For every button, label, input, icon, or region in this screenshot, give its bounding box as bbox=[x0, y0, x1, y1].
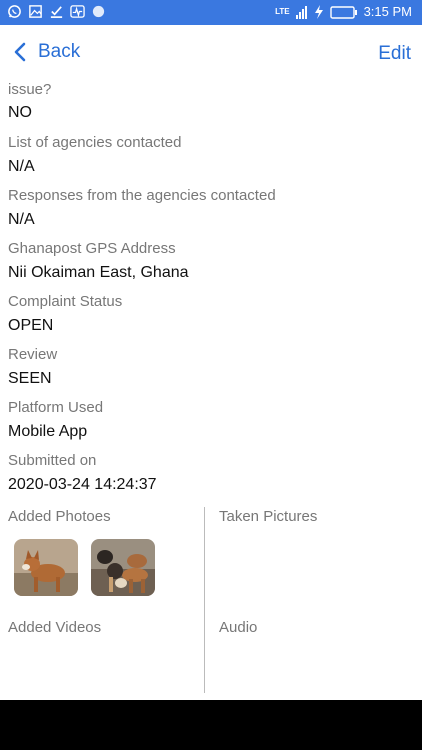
battery-icon bbox=[329, 5, 357, 19]
media-divider bbox=[204, 507, 205, 693]
field-agency-responses: Responses from the agencies contacted N/… bbox=[8, 187, 276, 230]
field-value: N/A bbox=[8, 211, 35, 228]
field-issue: issue? NO bbox=[8, 81, 51, 123]
chevron-left-icon bbox=[14, 42, 26, 62]
charging-icon bbox=[314, 5, 323, 19]
field-review: Review SEEN bbox=[8, 346, 57, 389]
field-agencies-contacted: List of agencies contacted N/A bbox=[8, 134, 181, 177]
back-label: Back bbox=[38, 41, 81, 62]
field-label: Submitted on bbox=[8, 452, 97, 469]
status-bar: LTE 3:15 PM bbox=[0, 0, 422, 25]
field-label: Complaint Status bbox=[8, 293, 123, 310]
field-gps-address: Ghanapost GPS Address Nii Okaiman East, … bbox=[8, 240, 189, 283]
dot-icon bbox=[92, 5, 105, 18]
edit-button[interactable]: Edit bbox=[378, 43, 411, 65]
signal-icon bbox=[295, 6, 307, 19]
added-photos-label: Added Photoes bbox=[8, 508, 111, 525]
field-submitted-on: Submitted on 2020-03-24 14:24:37 bbox=[8, 452, 157, 495]
clock: 3:15 PM bbox=[363, 4, 412, 19]
image-icon bbox=[29, 5, 42, 18]
field-value: N/A bbox=[8, 158, 35, 175]
field-label: issue? bbox=[8, 81, 52, 98]
field-value: Nii Okaiman East, Ghana bbox=[8, 264, 189, 281]
field-label: Review bbox=[8, 346, 58, 363]
field-value: OPEN bbox=[8, 317, 54, 334]
check-download-icon bbox=[50, 6, 63, 18]
audio-label: Audio bbox=[219, 619, 258, 636]
screen: LTE 3:15 PM Back Edit issue? NO List of … bbox=[0, 0, 422, 700]
system-icons: LTE 3:15 PM bbox=[275, 4, 412, 20]
field-label: Responses from the agencies contacted bbox=[8, 187, 276, 204]
taken-pictures-label: Taken Pictures bbox=[219, 508, 318, 525]
field-value: 2020-03-24 14:24:37 bbox=[8, 476, 157, 493]
navigation-bar: Back Edit bbox=[0, 25, 422, 81]
dog-photo[interactable] bbox=[14, 539, 78, 596]
network-type: LTE bbox=[275, 7, 290, 16]
field-complaint-status: Complaint Status OPEN bbox=[8, 293, 122, 336]
back-button[interactable]: Back bbox=[14, 41, 80, 63]
added-videos-label: Added Videos bbox=[8, 619, 102, 636]
dogs-group-photo[interactable] bbox=[91, 539, 155, 596]
field-label: Ghanapost GPS Address bbox=[8, 240, 176, 257]
field-value: NO bbox=[8, 104, 32, 121]
field-value: SEEN bbox=[8, 370, 52, 387]
field-label: Platform Used bbox=[8, 399, 104, 416]
field-platform-used: Platform Used Mobile App bbox=[8, 399, 103, 442]
field-label: List of agencies contacted bbox=[8, 134, 182, 151]
notification-icons bbox=[7, 4, 106, 19]
field-value: Mobile App bbox=[8, 423, 88, 440]
activity-icon bbox=[70, 5, 85, 18]
whatsapp-icon bbox=[8, 5, 21, 18]
